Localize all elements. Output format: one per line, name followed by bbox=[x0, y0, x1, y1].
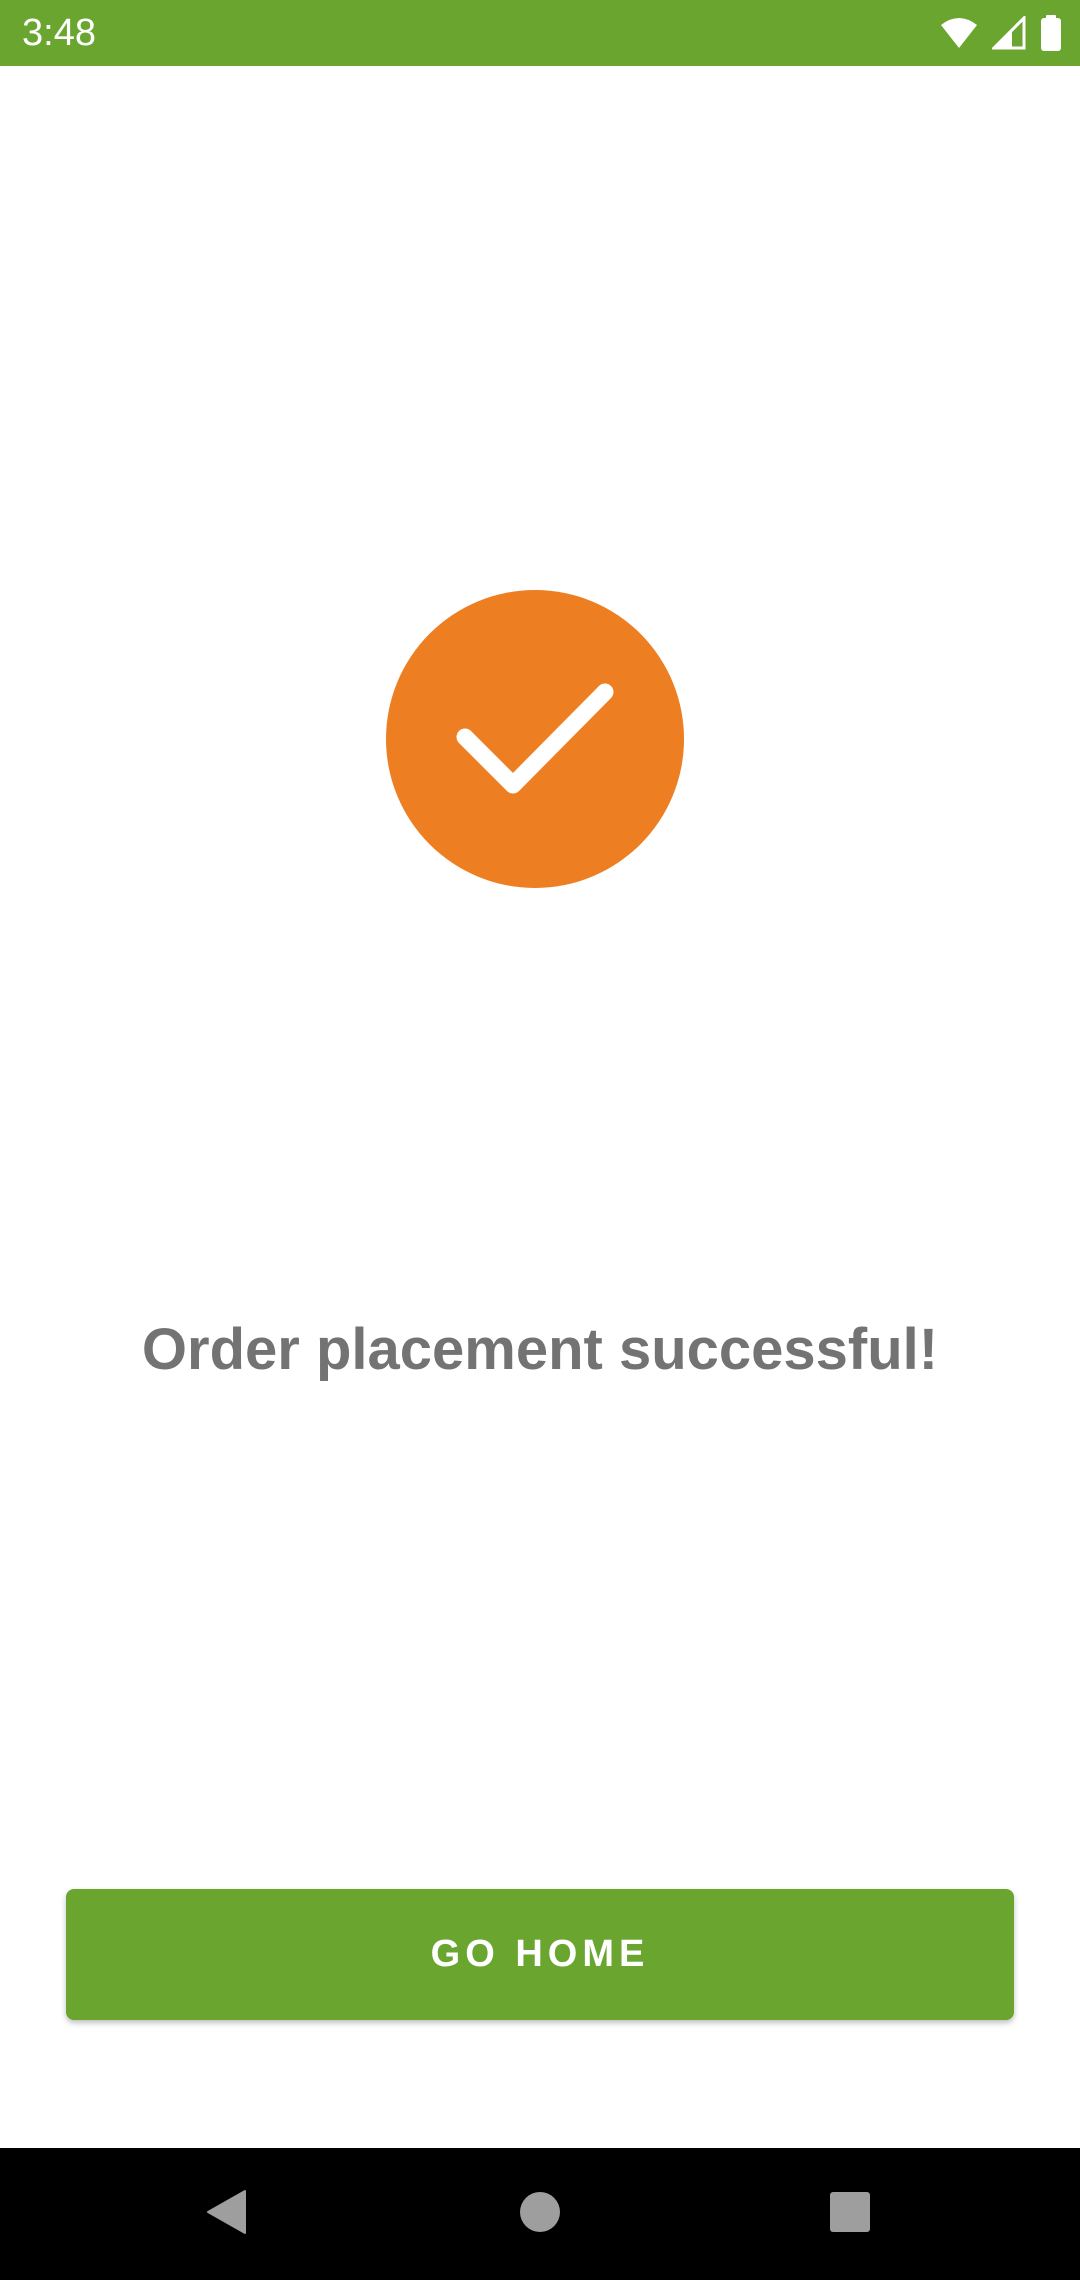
home-nav-button[interactable] bbox=[480, 2148, 600, 2280]
back-icon bbox=[205, 2189, 247, 2240]
status-icons bbox=[940, 14, 1062, 52]
status-time: 3:48 bbox=[22, 12, 96, 54]
check-icon bbox=[456, 683, 614, 794]
recents-icon bbox=[829, 2191, 871, 2238]
recents-button[interactable] bbox=[790, 2148, 910, 2280]
back-button[interactable] bbox=[166, 2148, 286, 2280]
navigation-bar bbox=[0, 2148, 1080, 2280]
success-badge bbox=[386, 590, 684, 888]
battery-icon bbox=[1040, 15, 1062, 51]
signal-icon bbox=[992, 16, 1026, 50]
success-message: Order placement successful! bbox=[141, 1317, 939, 1382]
go-home-button[interactable]: GO HOME bbox=[66, 1889, 1014, 2020]
go-home-label: GO HOME bbox=[430, 1933, 650, 1975]
status-bar: 3:48 bbox=[0, 0, 1080, 66]
wifi-icon bbox=[940, 17, 978, 49]
home-icon bbox=[519, 2191, 561, 2238]
